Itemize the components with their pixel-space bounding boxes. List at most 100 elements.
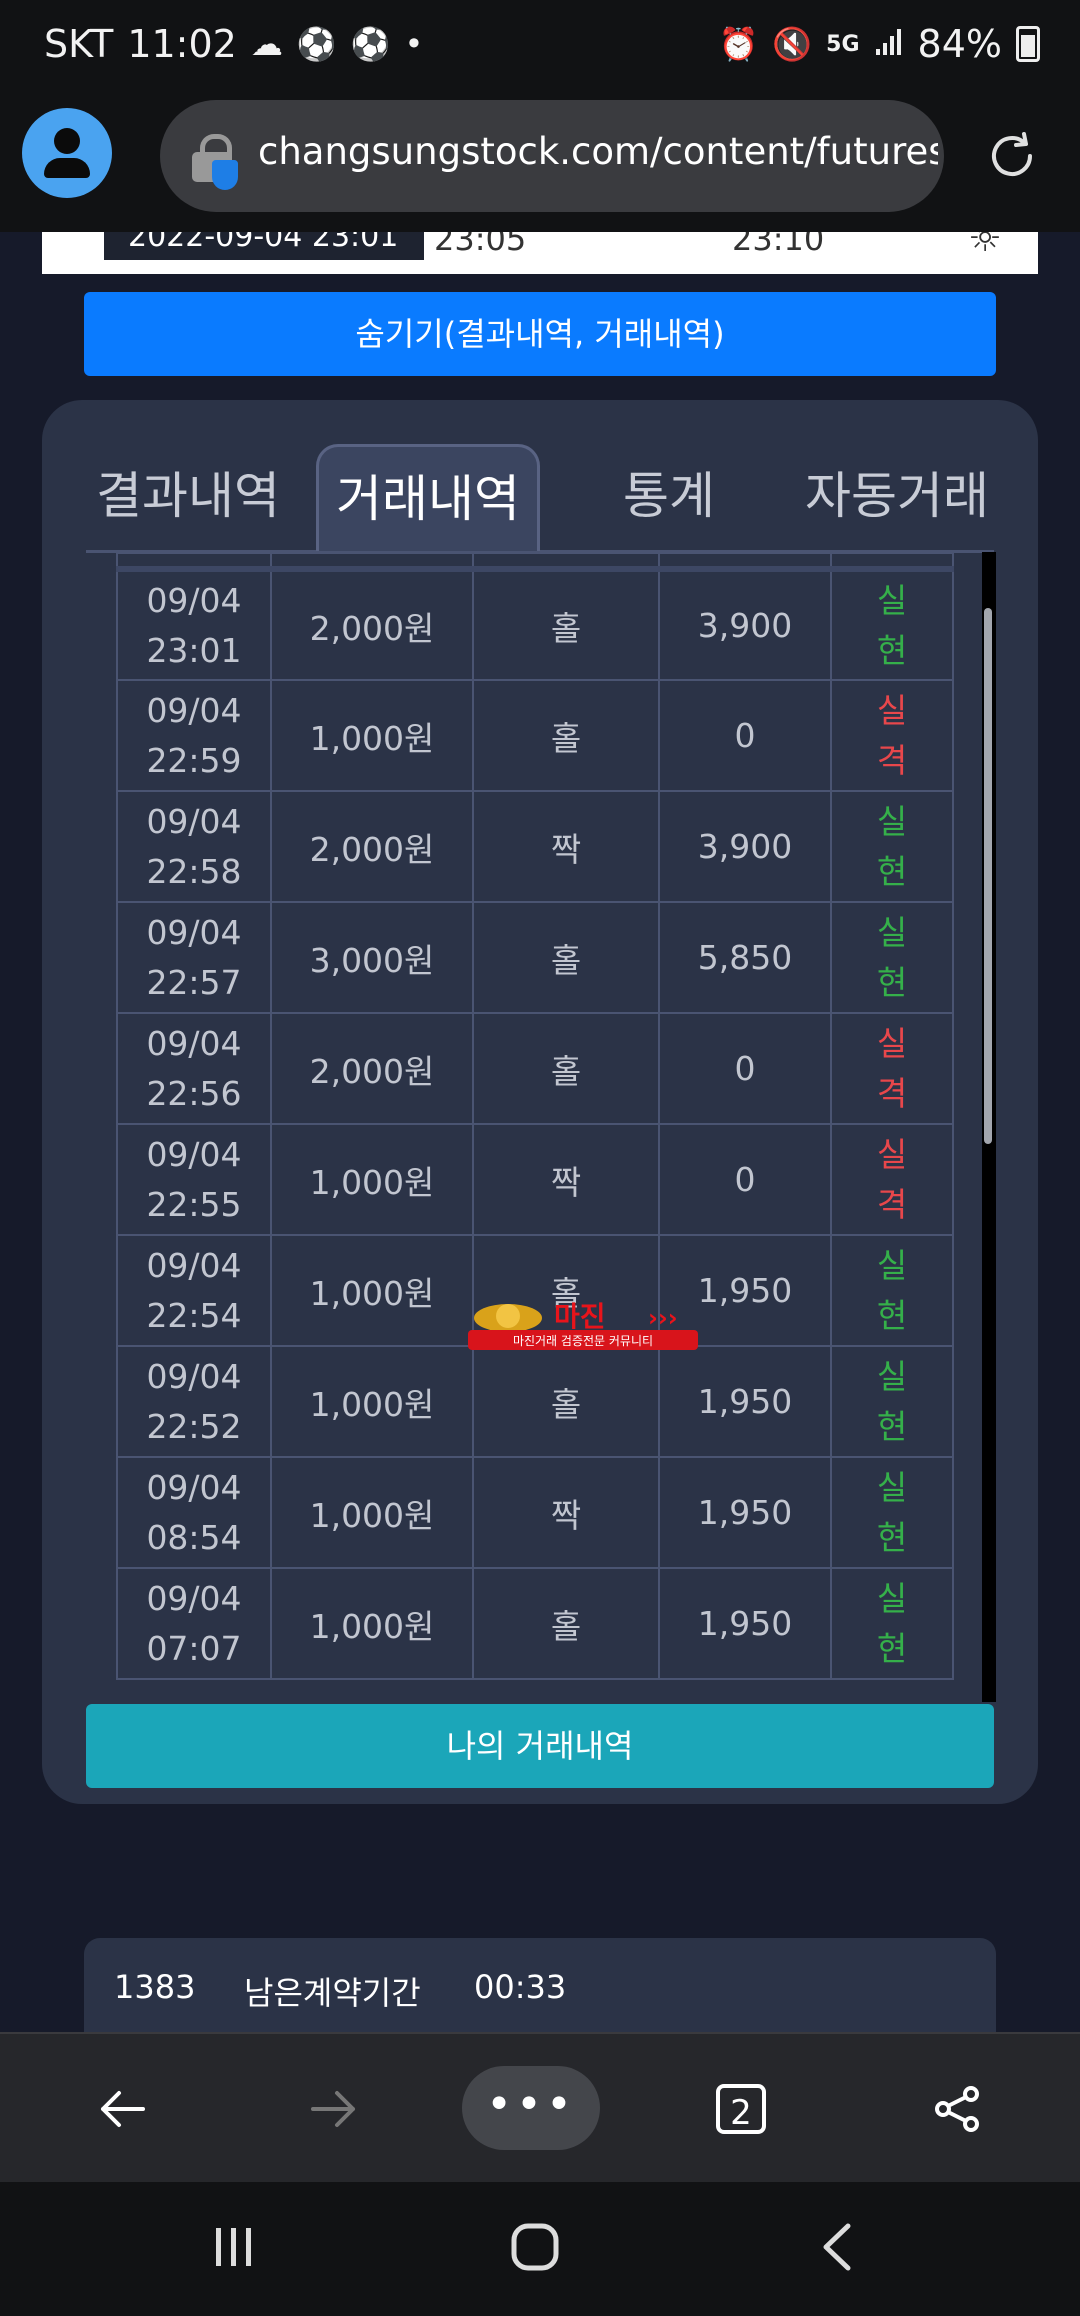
soccer-ball-icon: ⚽: [296, 25, 337, 63]
trade-datetime: 09/04 22:59: [116, 679, 272, 792]
my-trades-button[interactable]: 나의 거래내역: [86, 1704, 994, 1788]
table-row: 09/04 08:54 1,000원 짝 1,950 실 현: [116, 1456, 954, 1569]
system-back-icon[interactable]: [818, 2222, 858, 2276]
browser-toolbar: changsungstock.com/content/futures: [0, 92, 1080, 232]
trade-date: 09/04: [146, 1023, 242, 1063]
trade-pick: 홀: [472, 1567, 660, 1680]
trade-result-top: 실: [876, 1578, 908, 1618]
trade-result-bottom: 현: [876, 1295, 908, 1335]
address-bar[interactable]: changsungstock.com/content/futures: [160, 100, 944, 212]
contract-round: 1383: [114, 1968, 196, 2006]
trade-datetime: 09/04 22:54: [116, 1234, 272, 1347]
trade-time: 22:55: [146, 1184, 242, 1224]
trade-result-top: 실: [876, 1023, 908, 1063]
trade-amount: 3,000원: [270, 901, 474, 1014]
table-row: 09/04 22:55 1,000원 짝 0 실 격: [116, 1123, 954, 1236]
mute-icon: 🔇: [772, 25, 813, 63]
trade-table: 09/04 23:01 2,000원 홀 3,900 실 현 09/04 22:59 1,000원…: [116, 552, 954, 1680]
trade-time: 22:54: [146, 1295, 242, 1335]
status-bar: SKT 11:02 ☁ ⚽ ⚽ • ⏰ 🔇 5G 84%: [0, 0, 1080, 92]
home-icon[interactable]: [510, 2222, 560, 2276]
trade-date: 09/04: [146, 690, 242, 730]
hide-history-button[interactable]: 숨기기(결과내역, 거래내역): [84, 292, 996, 376]
trade-result: 실현: [830, 901, 954, 1014]
trade-result-bottom: 격: [876, 1073, 908, 1113]
trade-result-bottom: 현: [876, 1406, 908, 1446]
tab-auto-trade[interactable]: 자동거래: [786, 444, 1008, 548]
battery-icon: [1016, 26, 1040, 62]
trade-result-top: 실: [876, 912, 908, 952]
svg-text:›››: ›››: [648, 1304, 678, 1332]
status-right: ⏰ 🔇 5G 84%: [718, 22, 1040, 66]
trade-result: 실현: [830, 1234, 954, 1347]
trade-time: 22:56: [146, 1073, 242, 1113]
system-navigation-bar: [0, 2182, 1080, 2316]
trade-result: 실현: [830, 1456, 954, 1569]
trade-pick: 짝: [472, 790, 660, 903]
trade-date: 09/04: [146, 1134, 242, 1174]
table-row: 09/04 07:07 1,000원 홀 1,950 실 현: [116, 1567, 954, 1680]
contract-remaining-time: 00:33: [474, 1968, 567, 2006]
trade-result-bottom: 현: [876, 1517, 908, 1557]
watermark-title: 마진: [554, 1300, 606, 1333]
time-tick: 23:05: [434, 232, 527, 258]
trade-result-top: 실: [876, 801, 908, 841]
trade-pick: 홀: [472, 679, 660, 792]
trade-result: 실격: [830, 679, 954, 792]
trade-date: 09/04: [146, 912, 242, 952]
datetime-label: 2022-09-04 23:01: [104, 232, 424, 260]
trade-result-bottom: 현: [876, 630, 908, 670]
trade-amount: 1,000원: [270, 1123, 474, 1236]
trade-table-container[interactable]: 09/04 23:01 2,000원 홀 3,900 실 현 09/04 22:59 1,000원…: [116, 552, 994, 1702]
trade-result-bottom: 현: [876, 1628, 908, 1668]
tab-results[interactable]: 결과내역: [86, 444, 290, 548]
tab-trades[interactable]: 거래내역: [316, 444, 540, 551]
trade-time: 23:01: [146, 630, 242, 670]
trade-result: 실현: [830, 568, 954, 681]
trade-pick: 짝: [472, 1123, 660, 1236]
trade-time: 22:59: [146, 740, 242, 780]
url-text[interactable]: changsungstock.com/content/futures: [258, 130, 938, 173]
profile-avatar[interactable]: [22, 108, 112, 198]
trade-result-top: 실: [876, 1245, 908, 1285]
recent-apps-icon[interactable]: [210, 2222, 258, 2274]
trade-payout: 1,950: [658, 1345, 832, 1458]
settings-icon[interactable]: ☼: [968, 232, 1002, 260]
trade-date: 09/04: [146, 1467, 242, 1507]
chart-time-strip: 2022-09-04 23:01 23:05 23:10 ☼: [42, 232, 1038, 274]
trade-datetime: 09/04 22:58: [116, 790, 272, 903]
reload-icon[interactable]: [984, 128, 1040, 184]
lock-shield-icon[interactable]: [192, 134, 238, 190]
browser-bottom-bar: ••• 2: [0, 2032, 1080, 2184]
trade-result-top: 실: [876, 1356, 908, 1396]
back-arrow-icon[interactable]: [62, 2034, 182, 2184]
more-menu-button[interactable]: •••: [462, 2066, 600, 2150]
table-row: 09/04 23:01 2,000원 홀 3,900 실 현: [116, 568, 954, 681]
trade-result-top: 실: [876, 580, 908, 620]
trade-datetime: 09/04 08:54: [116, 1456, 272, 1569]
share-icon[interactable]: [898, 2034, 1018, 2184]
trade-time: 22:52: [146, 1406, 242, 1446]
avatar-body: [44, 158, 90, 178]
cloud-icon: ☁: [250, 25, 283, 63]
table-scroll-thumb[interactable]: [984, 608, 992, 1144]
trade-result: 실격: [830, 1123, 954, 1236]
trade-amount: 1,000원: [270, 679, 474, 792]
network-type: 5G: [826, 31, 860, 57]
contract-info-bar: 1383 남은계약기간 00:33: [84, 1938, 996, 2032]
history-panel: 결과내역 거래내역 통계 자동거래 09/04 23:01 2,000원 홀 3,900…: [42, 400, 1038, 1804]
tab-stats[interactable]: 통계: [584, 444, 754, 548]
trade-payout: 5,850: [658, 901, 832, 1014]
forward-arrow-icon[interactable]: [274, 2034, 394, 2184]
trade-date: 09/04: [146, 580, 242, 620]
trade-datetime: 09/04 07:07: [116, 1567, 272, 1680]
trade-date: 09/04: [146, 1245, 242, 1285]
trade-datetime: 09/04 23:01: [116, 568, 272, 681]
trade-time: 22:57: [146, 962, 242, 1002]
trade-result: 실현: [830, 790, 954, 903]
tabs-count-button[interactable]: 2: [716, 2084, 766, 2134]
table-header-row: [116, 552, 954, 572]
trade-payout: 3,900: [658, 790, 832, 903]
clock: 11:02: [127, 22, 237, 66]
table-row: 09/04 22:58 2,000원 짝 3,900 실 현: [116, 790, 954, 903]
